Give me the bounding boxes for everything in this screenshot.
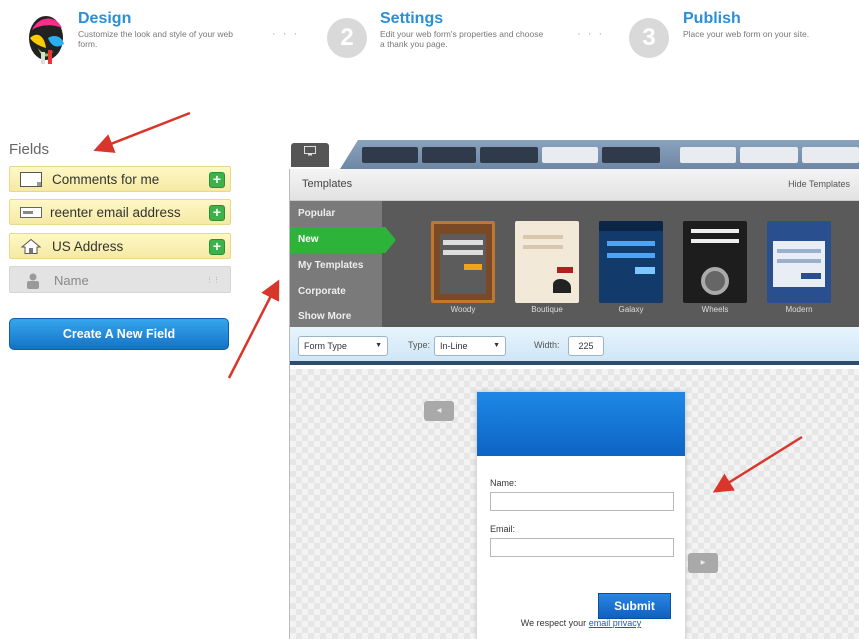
toolbar-button[interactable] (480, 147, 538, 163)
toolbar-button[interactable] (680, 147, 736, 163)
fields-heading: Fields (9, 141, 50, 158)
form-type-value: Form Type (304, 341, 347, 351)
person-icon (27, 273, 39, 289)
step-design[interactable]: Design Customize the look and style of y… (78, 10, 250, 49)
drag-handle-icon[interactable]: ⋮⋮ (206, 276, 220, 284)
form-banner (477, 392, 685, 456)
toolbar-button[interactable] (602, 147, 660, 163)
category-popular[interactable]: Popular (290, 201, 382, 227)
step-publish[interactable]: Publish Place your web form on your site… (683, 10, 843, 39)
nudge-left-button[interactable]: ◀ (424, 401, 454, 421)
chevron-down-icon: ▼ (493, 342, 500, 349)
step-number-2: 2 (327, 18, 367, 58)
toolbar-button[interactable] (362, 147, 418, 163)
width-input[interactable]: 225 (568, 336, 604, 356)
category-corporate[interactable]: Corporate (290, 279, 382, 305)
field-reenter-email[interactable]: reenter email address + (9, 199, 231, 225)
field-label: reenter email address (50, 205, 181, 220)
step-separator: · · · (577, 28, 605, 40)
add-field-button[interactable]: + (209, 172, 225, 188)
email-field-icon (20, 207, 42, 218)
hide-templates-link[interactable]: Hide Templates (788, 179, 850, 189)
add-field-button[interactable]: + (209, 205, 225, 221)
step-settings-description: Edit your web form's properties and choo… (380, 29, 544, 49)
added-field-name[interactable]: Name ⋮⋮ (9, 266, 231, 293)
type-label: Type: (408, 340, 431, 350)
toolbar-button[interactable] (802, 147, 859, 163)
privacy-note: We respect your email privacy (477, 618, 685, 628)
category-my-templates[interactable]: My Templates (290, 253, 382, 279)
template-thumb-wheels[interactable] (683, 221, 747, 303)
monitor-icon (304, 146, 316, 156)
step-publish-title: Publish (683, 10, 741, 27)
chevron-down-icon: ▼ (375, 342, 382, 349)
step-settings[interactable]: Settings Edit your web form's properties… (380, 10, 550, 49)
template-thumb-modern[interactable] (767, 221, 831, 303)
template-name: Wheels (701, 305, 729, 314)
name-label: Name: (490, 478, 517, 488)
field-us-address[interactable]: US Address + (9, 233, 231, 259)
form-preview-canvas: ◀ ▶ Name: Email: Submit We respect your … (290, 369, 859, 639)
template-name: Modern (785, 305, 813, 314)
email-label: Email: (490, 524, 516, 534)
step-settings-title: Settings (380, 10, 444, 27)
arrow-to-fields (93, 111, 191, 153)
toolbar-button[interactable] (422, 147, 476, 163)
toolbar-button[interactable] (740, 147, 798, 163)
create-new-field-button[interactable]: Create A New Field (9, 318, 229, 350)
field-label: Name (54, 273, 89, 288)
type-value: In-Line (440, 341, 468, 351)
textarea-icon (20, 172, 42, 187)
email-input[interactable] (490, 538, 674, 557)
field-comments[interactable]: Comments for me + (9, 166, 231, 192)
templates-gallery: Popular New My Templates Corporate Show … (290, 201, 859, 327)
template-name: Woody (450, 305, 476, 314)
template-thumb-boutique[interactable] (515, 221, 579, 303)
form-preview: Name: Email: Submit We respect your emai… (476, 391, 686, 639)
step-design-title: Design (78, 10, 132, 27)
privacy-prefix: We respect your (520, 618, 587, 628)
template-thumb-woody[interactable] (431, 221, 495, 303)
type-select[interactable]: In-Line ▼ (434, 336, 506, 356)
template-name: Galaxy (618, 305, 644, 314)
form-editor: Templates Hide Templates Popular New My … (289, 169, 859, 639)
width-label: Width: (534, 340, 560, 350)
toolbar-button[interactable] (542, 147, 598, 163)
step-publish-description: Place your web form on your site. (683, 29, 810, 39)
house-icon (20, 239, 42, 254)
field-label: Comments for me (52, 172, 160, 187)
category-new[interactable]: New (290, 227, 396, 253)
step-separator: · · · (272, 28, 300, 40)
form-type-select[interactable]: Form Type ▼ (298, 336, 388, 356)
design-brush-icon (29, 16, 64, 64)
email-privacy-link[interactable]: email privacy (589, 618, 642, 628)
add-field-button[interactable]: + (209, 239, 225, 255)
template-thumb-galaxy[interactable] (599, 221, 663, 303)
editor-toolbar (340, 140, 859, 169)
category-show-more[interactable]: Show More (290, 305, 382, 327)
field-label: US Address (52, 239, 124, 254)
wizard-steps: Design Customize the look and style of y… (0, 0, 859, 80)
templates-header: Templates Hide Templates (290, 169, 859, 201)
step-design-description: Customize the look and style of your web… (78, 29, 233, 49)
step-number-3: 3 (629, 18, 669, 58)
name-input[interactable] (490, 492, 674, 511)
template-name: Boutique (531, 305, 563, 314)
form-options-bar: Form Type ▼ Type: In-Line ▼ Width: 225 (290, 327, 859, 365)
nudge-right-button[interactable]: ▶ (688, 553, 718, 573)
templates-title: Templates (302, 178, 353, 190)
arrow-to-templates (227, 279, 280, 379)
submit-button[interactable]: Submit (598, 593, 671, 619)
toolbar-home-tab[interactable] (291, 143, 329, 167)
